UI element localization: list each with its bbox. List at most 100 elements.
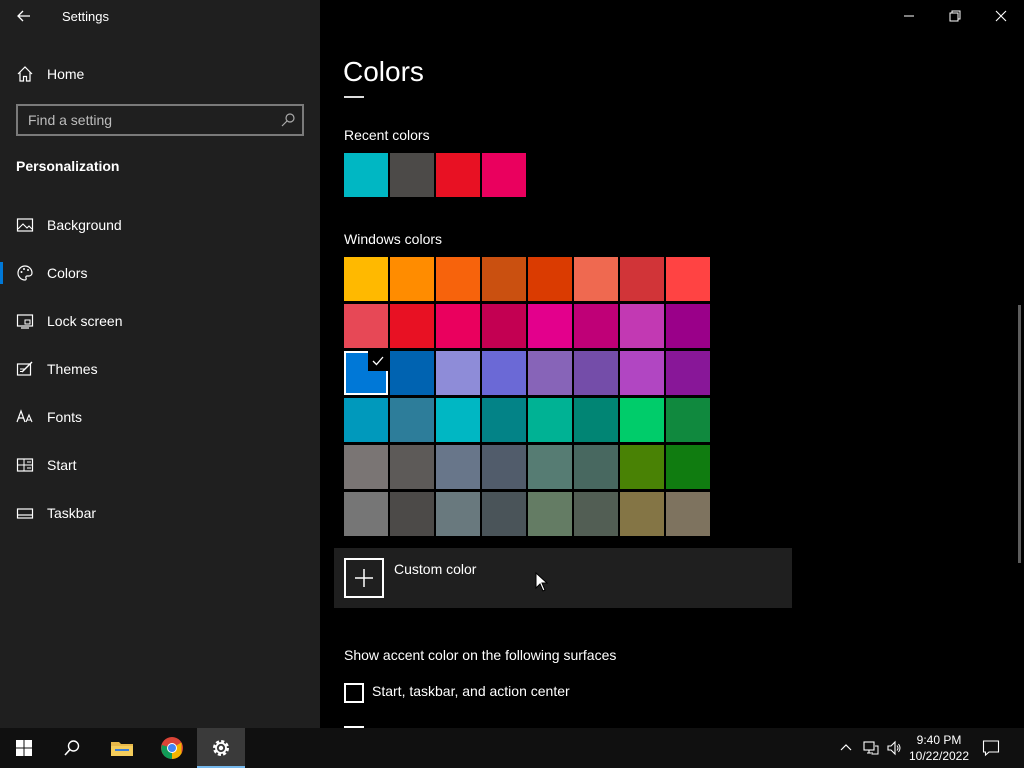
recent-color-swatch[interactable] [436,153,480,197]
windows-color-swatch[interactable] [528,492,572,536]
sidebar-item-background[interactable]: Background [16,213,122,237]
lock-screen-icon [16,312,34,330]
restore-button[interactable] [932,0,978,32]
windows-color-swatch[interactable] [574,304,618,348]
windows-color-swatch[interactable] [390,445,434,489]
windows-color-swatch[interactable] [436,351,480,395]
sidebar-item-fonts[interactable]: Fonts [16,405,82,429]
windows-color-swatch[interactable] [482,351,526,395]
back-button[interactable] [14,6,34,26]
windows-color-swatch[interactable] [344,445,388,489]
back-arrow-icon [17,10,30,22]
sidebar-item-label: Taskbar [47,505,97,521]
sidebar-item-themes[interactable]: Themes [16,357,98,381]
sidebar-item-lock-screen[interactable]: Lock screen [16,309,122,333]
windows-color-swatch[interactable] [620,445,664,489]
windows-color-swatch[interactable] [528,398,572,442]
windows-color-swatch[interactable] [482,492,526,536]
windows-color-swatch[interactable] [574,398,618,442]
restore-icon [949,10,961,22]
windows-color-swatch[interactable] [666,445,710,489]
settings-taskbar-button[interactable] [197,728,245,768]
main-content: Colors Recent colors Windows colors Cust… [320,0,1024,728]
gear-icon [213,740,229,756]
windows-color-swatch[interactable] [574,445,618,489]
minimize-button[interactable] [886,0,932,32]
chrome-button[interactable] [148,728,196,768]
windows-color-swatch[interactable] [436,492,480,536]
search-icon [64,740,80,756]
windows-color-swatch[interactable] [528,351,572,395]
file-explorer-button[interactable] [98,728,146,768]
speaker-icon [887,740,901,756]
search-icon[interactable] [280,112,296,128]
windows-color-swatch[interactable] [344,398,388,442]
custom-color-button[interactable]: Custom color [334,548,792,608]
recent-colors-label: Recent colors [344,127,430,143]
sidebar-item-start[interactable]: Start [16,453,77,477]
recent-color-swatch[interactable] [390,153,434,197]
sidebar-item-colors[interactable]: Colors [16,261,87,285]
windows-color-swatch[interactable] [620,351,664,395]
nav-home[interactable]: Home [16,62,84,86]
windows-color-swatch[interactable] [574,492,618,536]
windows-color-swatch[interactable] [528,257,572,301]
windows-color-swatch[interactable] [390,351,434,395]
windows-color-swatch[interactable] [666,398,710,442]
search-input[interactable] [18,106,288,134]
windows-color-swatch[interactable] [482,398,526,442]
windows-color-swatch[interactable] [620,257,664,301]
checkbox-start-taskbar[interactable] [344,683,364,703]
close-button[interactable] [978,0,1024,32]
search-box[interactable] [16,104,304,136]
windows-color-swatch[interactable] [344,257,388,301]
windows-color-swatch[interactable] [620,398,664,442]
volume-button[interactable] [882,728,906,768]
windows-color-swatch[interactable] [574,351,618,395]
windows-color-swatch[interactable] [482,257,526,301]
network-button[interactable] [859,728,883,768]
windows-color-swatch[interactable] [482,304,526,348]
windows-color-swatch[interactable] [344,351,388,395]
start-icon [16,456,34,474]
windows-color-swatch[interactable] [528,445,572,489]
windows-color-swatch[interactable] [666,492,710,536]
page-title: Colors [343,56,424,87]
windows-color-swatch[interactable] [344,492,388,536]
show-hidden-icons-button[interactable] [834,728,858,768]
scroll-fade-line [344,96,364,98]
action-center-button[interactable] [968,728,1014,768]
windows-color-swatch[interactable] [436,398,480,442]
windows-color-swatch[interactable] [390,398,434,442]
windows-color-swatch[interactable] [390,257,434,301]
taskbar-search-button[interactable] [48,728,96,768]
fonts-icon [16,408,34,426]
start-button[interactable] [0,728,48,768]
active-indicator [0,262,3,284]
windows-color-swatch[interactable] [436,304,480,348]
windows-color-swatch[interactable] [390,304,434,348]
sidebar-item-label: Fonts [47,409,83,425]
windows-color-swatch[interactable] [436,257,480,301]
windows-color-swatch[interactable] [528,304,572,348]
windows-color-swatch[interactable] [436,445,480,489]
clock-time: 9:40 PM [916,733,962,747]
sidebar-item-taskbar[interactable]: Taskbar [16,501,96,525]
taskbar: 9:40 PM 10/22/2022 [0,728,1024,768]
clock[interactable]: 9:40 PM 10/22/2022 [905,732,973,764]
windows-color-swatch[interactable] [620,304,664,348]
windows-color-swatch[interactable] [574,257,618,301]
windows-color-swatch[interactable] [620,492,664,536]
recent-color-swatch[interactable] [482,153,526,197]
windows-color-swatch[interactable] [482,445,526,489]
windows-color-swatch[interactable] [666,304,710,348]
sidebar: Settings Home Personalization Background… [0,0,320,728]
windows-color-swatch[interactable] [344,304,388,348]
windows-color-swatch[interactable] [666,257,710,301]
clock-date: 10/22/2022 [908,749,970,763]
recent-color-swatch[interactable] [344,153,388,197]
windows-color-swatch[interactable] [666,351,710,395]
minimize-icon [904,15,914,17]
scrollbar[interactable] [1018,305,1021,563]
windows-color-swatch[interactable] [390,492,434,536]
